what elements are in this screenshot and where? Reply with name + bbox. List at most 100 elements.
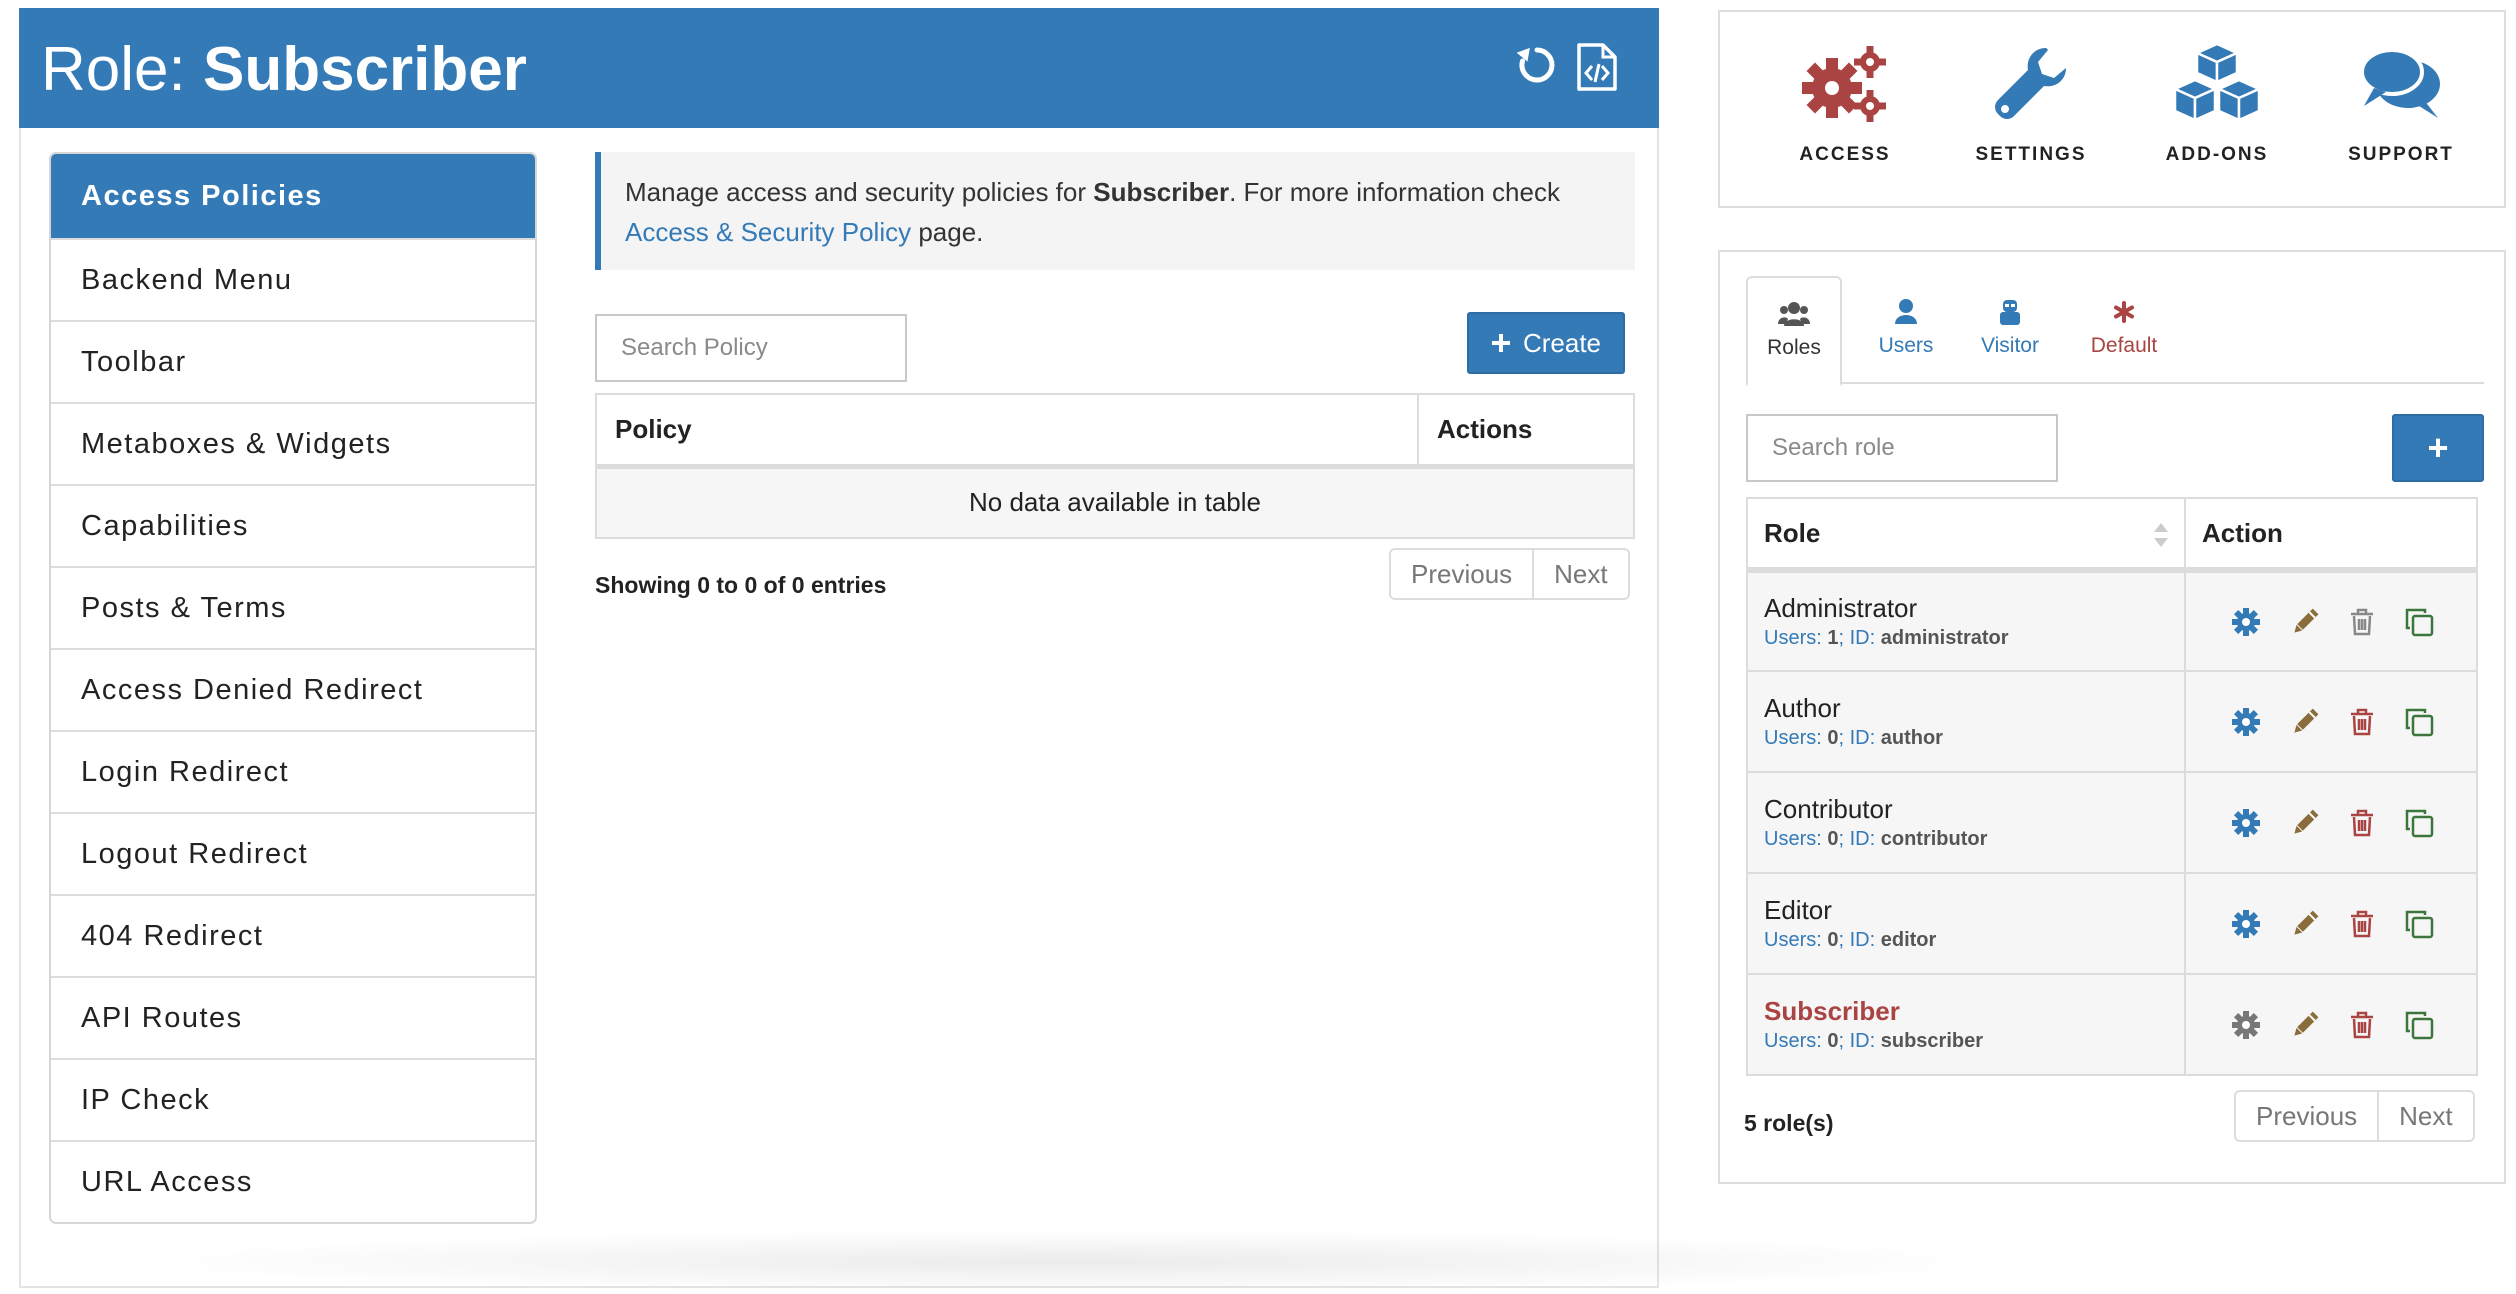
sidebar-item-logout-redirect[interactable]: Logout Redirect [51, 812, 535, 894]
search-policy-input[interactable] [595, 314, 907, 382]
policy-next-button[interactable]: Next [1532, 550, 1628, 598]
sidebar-item-access-denied-redirect[interactable]: Access Denied Redirect [51, 648, 535, 730]
delete-trash-icon[interactable] [2350, 1011, 2374, 1039]
edit-pencil-icon[interactable] [2290, 607, 2320, 637]
clone-copy-icon[interactable] [2404, 909, 2434, 939]
clone-copy-icon[interactable] [2404, 1010, 2434, 1040]
info-callout: Manage access and security policies for … [595, 152, 1635, 270]
tab-users[interactable]: Users [1858, 276, 1954, 384]
roles-count: 5 role(s) [1744, 1110, 1834, 1136]
role-name[interactable]: Editor [1764, 894, 2184, 926]
role-users-label: Users: [1764, 1029, 1822, 1052]
policy-table: Policy Actions No data available in tabl… [595, 393, 1635, 539]
tab-default[interactable]: Default [2076, 276, 2172, 384]
edit-pencil-icon[interactable] [2290, 909, 2320, 939]
tab-visitor[interactable]: Visitor [1962, 276, 2058, 384]
create-policy-label: Create [1522, 327, 1602, 358]
sidebar-item-404-redirect[interactable]: 404 Redirect [51, 894, 535, 976]
roles-next-button[interactable]: Next [2377, 1092, 2473, 1140]
chat-bubbles-icon [2360, 48, 2440, 118]
role-actions-cell [2184, 670, 2478, 773]
sidebar-item-login-redirect[interactable]: Login Redirect [51, 730, 535, 812]
search-role-input[interactable] [1746, 414, 2058, 482]
policy-previous-button[interactable]: Previous [1391, 550, 1533, 598]
settings-gear-icon[interactable] [2232, 909, 2260, 938]
policy-pagination: Previous Next [1389, 548, 1630, 600]
access-tool[interactable]: ACCESS [1760, 42, 1930, 166]
table-row: Administrator Users: 1; ID: administrato… [1746, 569, 2478, 672]
policy-docs-link[interactable]: Access & Security Policy [625, 217, 911, 247]
table-row: Contributor Users: 0; ID: contributor [1746, 771, 2478, 874]
add-role-button[interactable]: + [2392, 414, 2484, 482]
sidebar-item-api-routes[interactable]: API Routes [51, 976, 535, 1058]
settings-gear-icon[interactable] [2232, 808, 2260, 837]
edit-pencil-icon[interactable] [2290, 1010, 2320, 1040]
column-header-policy[interactable]: Policy [595, 393, 1419, 469]
sidebar-item-posts-terms[interactable]: Posts & Terms [51, 566, 535, 648]
reset-icon[interactable] [1514, 42, 1564, 92]
settings-gear-icon[interactable] [2232, 1010, 2260, 1039]
delete-trash-icon[interactable] [2350, 608, 2374, 636]
page-header: Role: Subscriber [19, 8, 1659, 128]
settings-gear-icon[interactable] [2232, 607, 2260, 636]
role-name[interactable]: Subscriber [1764, 995, 2184, 1027]
column-header-action: Action [2184, 497, 2478, 573]
clone-copy-icon[interactable] [2404, 607, 2434, 637]
delete-trash-icon[interactable] [2350, 708, 2374, 736]
info-role: Subscriber [1093, 177, 1230, 207]
visitor-icon [2000, 300, 2020, 325]
role-actions-cell [2184, 973, 2478, 1076]
role-name[interactable]: Administrator [1764, 592, 2184, 624]
tab-roles[interactable]: Roles [1746, 276, 1842, 386]
role-cell: Subscriber Users: 0; ID: subscriber [1746, 973, 2186, 1076]
users-group-icon [1778, 302, 1810, 326]
wrench-icon [1995, 48, 2066, 119]
delete-trash-icon[interactable] [2350, 809, 2374, 837]
access-tool-label: ACCESS [1799, 144, 1891, 165]
role-users-label: Users: [1764, 827, 1822, 850]
bottom-shadow [120, 1230, 2020, 1294]
sidebar-item-toolbar[interactable]: Toolbar [51, 320, 535, 402]
create-policy-button[interactable]: Create [1467, 312, 1625, 374]
tab-default-label: Default [2090, 334, 2158, 357]
edit-pencil-icon[interactable] [2290, 707, 2320, 737]
sidebar-item-backend-menu[interactable]: Backend Menu [51, 238, 535, 320]
clone-copy-icon[interactable] [2404, 707, 2434, 737]
addons-tool[interactable]: ADD-ONS [2132, 42, 2302, 166]
role-users-label: Users: [1764, 626, 1822, 649]
tab-visitor-label: Visitor [1981, 334, 2039, 357]
role-cell: Administrator Users: 1; ID: administrato… [1746, 569, 2186, 672]
role-users-label: Users: [1764, 726, 1822, 749]
asterisk-icon [2114, 301, 2134, 323]
code-file-icon[interactable] [1575, 42, 1625, 92]
sidebar-item-ip-check[interactable]: IP Check [51, 1058, 535, 1140]
role-cell: Author Users: 0; ID: author [1746, 670, 2186, 773]
clone-copy-icon[interactable] [2404, 808, 2434, 838]
role-users-label: Users: [1764, 928, 1822, 951]
role-actions-cell [2184, 872, 2478, 975]
sidebar-item-access-policies[interactable]: Access Policies [51, 154, 535, 238]
sidebar-item-url-access[interactable]: URL Access [51, 1140, 535, 1222]
delete-trash-icon[interactable] [2350, 910, 2374, 938]
role-meta: Users: 0; ID: subscriber [1764, 1029, 1983, 1052]
column-header-role-label: Role [1764, 517, 1821, 548]
roles-pagination: Previous Next [2234, 1090, 2475, 1142]
role-name[interactable]: Contributor [1764, 793, 2184, 825]
gears-icon [1802, 46, 1886, 122]
support-tool[interactable]: SUPPORT [2316, 42, 2486, 166]
table-row: Subscriber Users: 0; ID: subscriber [1746, 973, 2478, 1076]
role-id: contributor [1880, 827, 1988, 850]
settings-tool[interactable]: SETTINGS [1946, 42, 2116, 166]
role-user-count: 0 [1827, 827, 1839, 850]
role-name[interactable]: Author [1764, 692, 2184, 724]
edit-pencil-icon[interactable] [2290, 808, 2320, 838]
role-user-count: 0 [1827, 928, 1839, 951]
role-id: administrator [1880, 626, 2009, 649]
info-text-end: page. [911, 217, 984, 247]
column-header-actions: Actions [1417, 393, 1635, 469]
column-header-role[interactable]: Role [1746, 497, 2186, 573]
sidebar-item-capabilities[interactable]: Capabilities [51, 484, 535, 566]
settings-gear-icon[interactable] [2232, 707, 2260, 736]
roles-previous-button[interactable]: Previous [2236, 1092, 2378, 1140]
sidebar-item-metaboxes-widgets[interactable]: Metaboxes & Widgets [51, 402, 535, 484]
